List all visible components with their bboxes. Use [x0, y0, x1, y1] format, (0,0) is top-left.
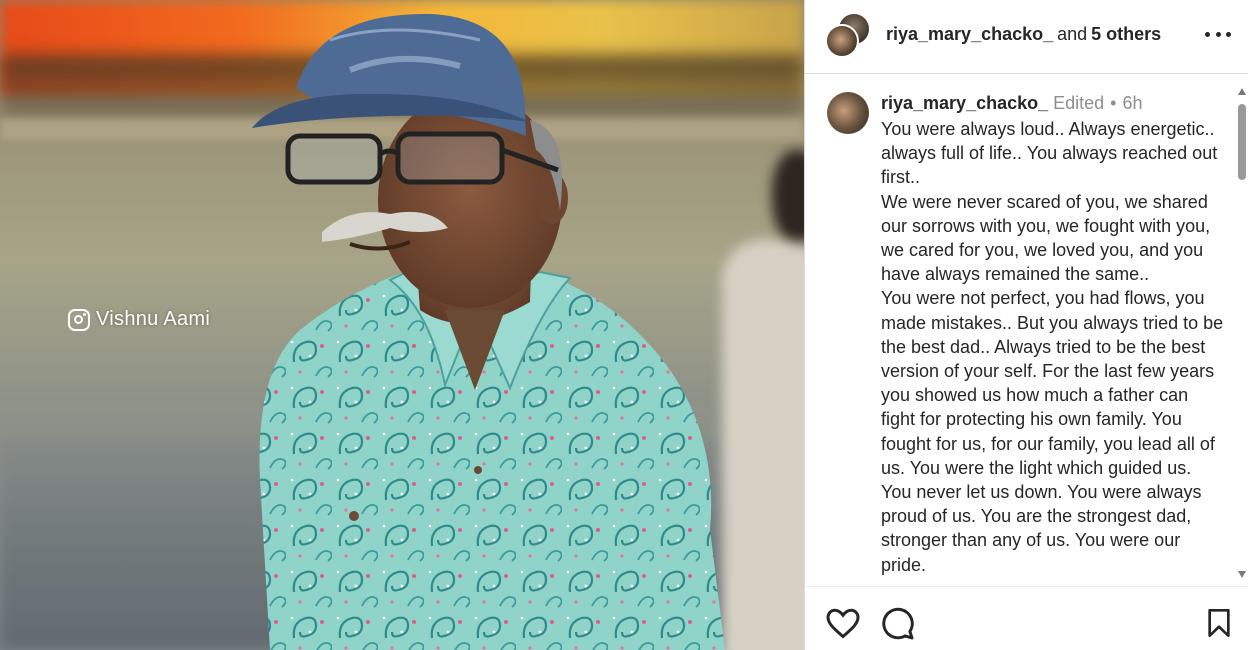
scroll-down-icon[interactable] [1238, 571, 1246, 578]
bookmark-icon[interactable] [1203, 605, 1235, 641]
caption-text: You were always loud.. Always energetic.… [881, 117, 1226, 577]
caption-paragraph: You were not perfect, you had flows, you… [881, 288, 1224, 478]
caption-paragraph: You were always loud.. Always energetic.… [881, 119, 1218, 188]
heart-icon[interactable] [825, 605, 861, 641]
author-username-link[interactable]: riya_mary_chacko_ [886, 24, 1053, 44]
instagram-icon [68, 308, 90, 331]
meta-separator: • [1110, 93, 1117, 113]
photo-subject [240, 10, 740, 650]
comment-icon[interactable] [879, 605, 915, 641]
caption-meta: riya_mary_chacko_ Edited • 6h [881, 93, 1143, 114]
post-photo[interactable]: Vishnu Aami [0, 0, 804, 650]
more-options-icon[interactable] [1205, 24, 1231, 44]
watermark-text: Vishnu Aami [96, 308, 211, 330]
post-header: riya_mary_chacko_ and 5 others [805, 0, 1248, 74]
post-actions [805, 586, 1248, 650]
caption-scroll-area[interactable]: riya_mary_chacko_ Edited • 6h You were alwa… [805, 75, 1248, 586]
avatar[interactable] [827, 92, 869, 134]
photo-watermark: Vishnu Aami [68, 308, 210, 331]
post-time[interactable]: 6h [1122, 93, 1142, 113]
others-link[interactable]: 5 others [1091, 24, 1161, 44]
collab-avatars[interactable] [825, 12, 873, 58]
scrollbar-thumb[interactable] [1238, 104, 1246, 180]
post-side-panel: riya_mary_chacko_ and 5 others riya_mary_c… [804, 0, 1248, 650]
avatar [825, 24, 859, 58]
caption-username-link[interactable]: riya_mary_chacko_ [881, 93, 1048, 113]
caption-paragraph: You never let us down. You were always p… [881, 482, 1202, 575]
post-authors: riya_mary_chacko_ and 5 others [886, 24, 1161, 45]
authors-joiner: and [1057, 24, 1088, 44]
scroll-up-icon[interactable] [1238, 88, 1246, 95]
caption-paragraph: We were never scared of you, we shared o… [881, 191, 1211, 285]
caption-scrollbar[interactable] [1236, 88, 1248, 578]
edited-label: Edited [1053, 93, 1105, 113]
